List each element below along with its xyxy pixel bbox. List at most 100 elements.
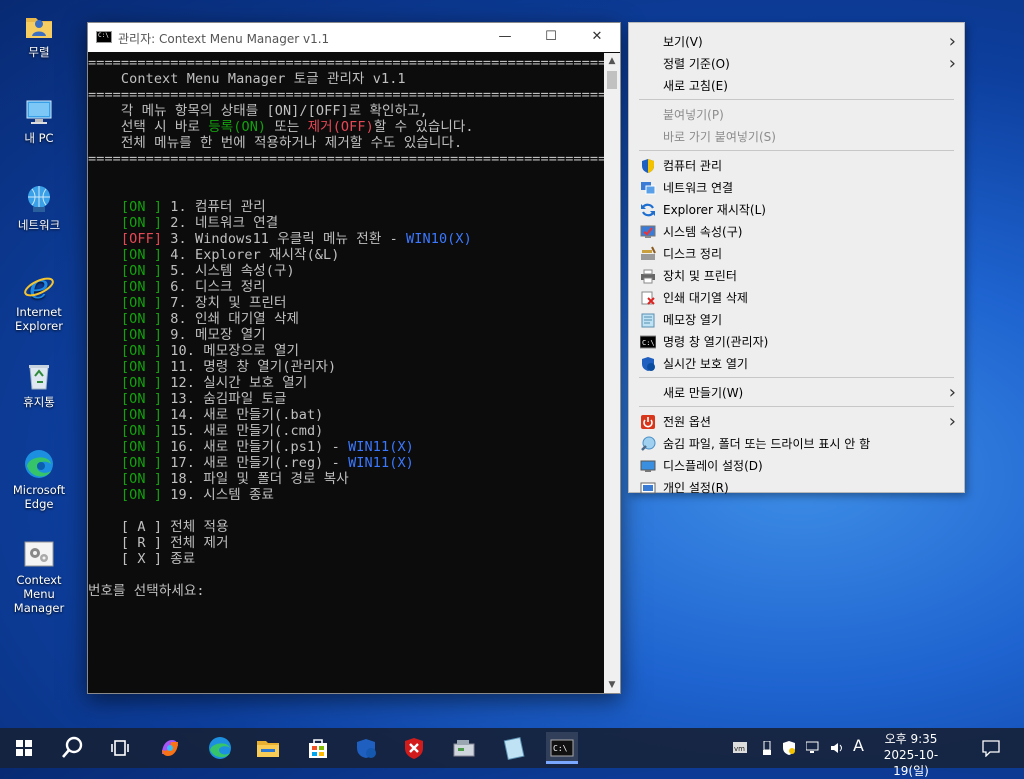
menu-item[interactable]: 개인 설정(R) [663,481,729,495]
scrollbar[interactable]: ▲ ▼ [604,53,620,693]
console-text: 5. 시스템 속성(구) [162,263,295,279]
console-text: 14. 새로 만들기(.bat) [162,407,324,423]
network-connections-icon [640,180,656,196]
desktop-icon[interactable]: 내 PC [6,96,72,145]
scroll-thumb[interactable] [607,71,617,89]
desktop-icon[interactable]: 휴지통 [6,360,72,409]
menu-item[interactable]: 컴퓨터 관리 [663,159,722,173]
desktop-icon[interactable]: Context Menu Manager [6,538,72,615]
security-icon[interactable] [782,741,796,760]
status-tag: [ON ] [120,199,163,215]
scroll-up-button[interactable]: ▲ [604,53,620,69]
volume-icon[interactable] [830,741,844,760]
menu-item[interactable]: 보기(V) [663,35,703,49]
vm-icon[interactable]: vm [733,741,747,760]
console-line: [ R ] 전체 제거 [88,535,229,551]
console-line: [ON ] 4. Explorer 재시작(&L) [88,247,340,263]
menu-item[interactable]: 네트워크 연결 [663,181,733,195]
status-tag: [ON ] [120,423,163,439]
start-icon[interactable] [8,732,40,764]
desktop-icon[interactable]: 무렬 [6,10,72,59]
status-tag: [ON ] [120,471,163,487]
svg-text:vm: vm [734,745,745,753]
network-tray-icon[interactable] [805,741,820,760]
chevron-right-icon: › [948,411,956,432]
minimize-button[interactable]: — [482,23,528,52]
desktop-icon[interactable]: 네트워크 [6,183,72,232]
copilot-icon[interactable] [154,732,186,764]
console-line: Context Menu Manager 토글 관리자 v1.1 [88,71,406,87]
console-text: 1. 컴퓨터 관리 [162,199,266,215]
menu-item[interactable]: 정렬 기준(O) [663,57,730,71]
console-text: WIN11(X) [348,455,414,471]
status-tag: [OFF] [120,231,163,247]
desktop-icon[interactable]: e Internet Explorer [6,267,72,333]
title-bar[interactable]: 관리자: Context Menu Manager v1.1 — ☐ ✕ [88,23,620,52]
menu-item[interactable]: 새로 만들기(W) [663,386,743,400]
scroll-down-button[interactable]: ▼ [604,677,620,693]
status-tag: [ON ] [120,391,163,407]
shield-x-icon[interactable] [398,732,430,764]
status-tag: [ON ] [120,215,163,231]
notepad-icon[interactable] [498,732,530,764]
search-icon[interactable] [56,732,88,764]
menu-separator [639,99,954,100]
status-tag: [ON ] [120,263,163,279]
cmd-icon [96,31,112,43]
menu-item[interactable]: 디스플레이 설정(D) [663,459,763,473]
console-text: 선택 시 바로 [88,119,209,135]
system-properties-icon [640,224,656,240]
status-tag: [ON ] [120,247,163,263]
status-tag: [ON ] [120,439,163,455]
desktop-icon-label: 네트워크 [17,218,61,232]
terminal-icon[interactable]: C:\ [546,732,578,764]
menu-item[interactable]: 인쇄 대기열 삭제 [663,291,748,305]
menu-item[interactable]: 새로 고침(E) [663,79,728,93]
user-folder-icon [23,10,55,42]
menu-separator [639,150,954,151]
context-menu-manager-icon [23,538,55,570]
console-output[interactable]: ========================================… [88,53,604,693]
control-panel-icon[interactable] [448,732,480,764]
defender-icon [640,356,656,372]
disk-cleanup-icon [640,246,656,262]
status-tag: [ON ] [120,311,163,327]
console-text: 11. 명령 창 열기(관리자) [162,359,337,375]
menu-item[interactable]: 실시간 보호 열기 [663,357,748,371]
ime-indicator[interactable]: A [853,738,864,754]
usb-icon[interactable] [760,740,774,760]
desktop-icon-label: Internet Explorer [15,305,63,333]
clock[interactable]: 오후 9:35 2025-10-19(일) [868,731,954,779]
desktop-icon-label: 무렬 [28,45,50,59]
menu-item[interactable]: 전원 옵션 [663,415,711,429]
notification-icon[interactable] [982,739,1000,762]
desktop-icon[interactable]: Microsoft Edge [6,448,72,511]
menu-item[interactable]: 장치 및 프린터 [663,269,737,283]
file-explorer-icon[interactable] [252,732,284,764]
console-window[interactable]: 관리자: Context Menu Manager v1.1 — ☐ ✕ ===… [87,22,621,694]
menu-item[interactable]: 디스크 정리 [663,247,722,261]
menu-item[interactable]: 숨김 파일, 폴더 또는 드라이브 표시 안 함 [663,437,870,451]
console-line: [ON ] 12. 실시간 보호 열기 [88,375,307,391]
menu-item[interactable]: 시스템 속성(구) [663,225,742,239]
store-icon[interactable] [302,732,334,764]
console-line: ========================================… [88,55,604,71]
maximize-button[interactable]: ☐ [528,23,574,52]
console-line: [ A ] 전체 적용 [88,519,229,535]
console-line: [ON ] 17. 새로 만들기(.reg) - WIN11(X) [88,455,414,471]
menu-item[interactable]: 명령 창 열기(관리자) [663,335,768,349]
task-view-icon[interactable] [104,732,136,764]
menu-item[interactable]: 메모장 열기 [663,313,722,327]
display-icon [640,458,656,474]
close-button[interactable]: ✕ [574,23,620,52]
defender-icon[interactable] [350,732,382,764]
menu-item[interactable]: Explorer 재시작(L) [663,203,766,217]
edge-icon[interactable] [204,732,236,764]
status-tag: 등록(ON) [208,119,267,135]
desktop-icon-label: 휴지통 [23,395,55,409]
